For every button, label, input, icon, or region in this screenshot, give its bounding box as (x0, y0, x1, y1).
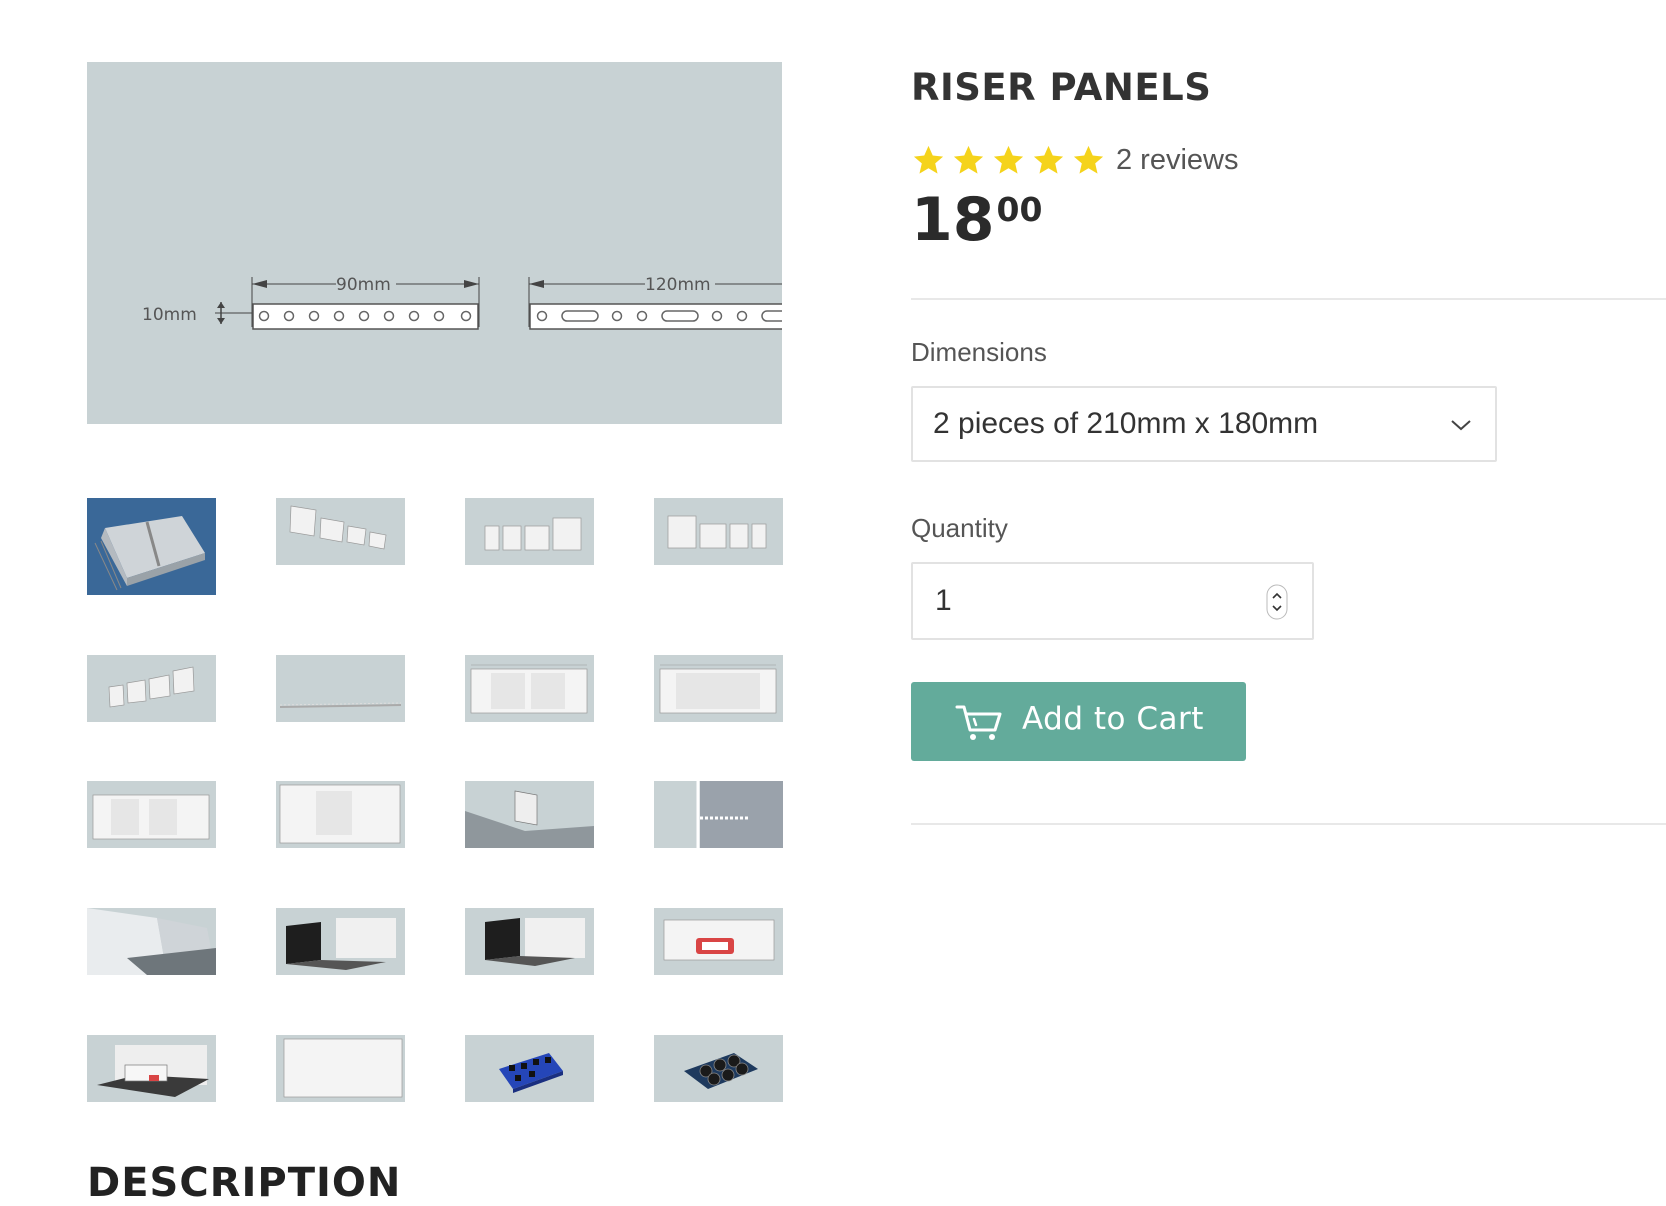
thumbnail[interactable] (87, 655, 216, 722)
thumbnail[interactable] (87, 1035, 216, 1102)
add-to-cart-label: Add to Cart (1022, 701, 1204, 737)
star-icon (1073, 145, 1104, 174)
quantity-input[interactable]: 1 (911, 562, 1314, 640)
thumbnail[interactable] (654, 1035, 783, 1102)
product-rating: 2 reviews (911, 140, 1239, 180)
thumbnail[interactable] (276, 498, 405, 565)
quantity-label: Quantity (911, 513, 1008, 543)
divider (911, 298, 1666, 300)
cart-icon (955, 705, 1002, 740)
add-to-cart-button[interactable]: Add to Cart (911, 682, 1246, 761)
thumbnail-gallery (87, 0, 783, 1184)
dimensions-label: Dimensions (911, 337, 1047, 367)
chevron-down-icon (1451, 420, 1471, 431)
dimensions-select[interactable]: 2 pieces of 210mm x 180mm (911, 386, 1497, 462)
divider (911, 823, 1666, 825)
thumbnail[interactable] (87, 908, 216, 975)
product-title: RISER PANELS (911, 66, 1212, 109)
description-heading: DESCRIPTION (87, 1160, 402, 1206)
thumbnail[interactable] (654, 781, 783, 848)
review-count-link[interactable]: 2 reviews (1116, 144, 1239, 177)
thumbnail[interactable] (465, 655, 594, 722)
thumbnail[interactable] (654, 908, 783, 975)
thumbnail[interactable] (654, 498, 783, 565)
star-icon (953, 145, 984, 174)
star-rating[interactable] (911, 143, 1106, 178)
product-price: 18 00 (911, 190, 1042, 250)
thumbnail[interactable] (276, 781, 405, 848)
dimensions-selected-value: 2 pieces of 210mm x 180mm (933, 407, 1319, 440)
thumbnail[interactable] (276, 908, 405, 975)
thumbnail[interactable] (465, 781, 594, 848)
thumbnail[interactable] (87, 781, 216, 848)
thumbnail[interactable] (465, 498, 594, 565)
thumbnail[interactable] (276, 1035, 405, 1102)
thumbnail[interactable] (654, 655, 783, 722)
thumbnail[interactable] (465, 908, 594, 975)
thumbnail[interactable] (276, 655, 405, 722)
thumbnail[interactable] (465, 1035, 594, 1102)
price-main: 18 (911, 185, 995, 255)
star-icon (993, 145, 1024, 174)
star-icon (1033, 145, 1064, 174)
quantity-value: 1 (935, 584, 952, 617)
star-icon (913, 145, 944, 174)
stepper-icon[interactable] (1266, 584, 1288, 620)
thumbnail[interactable] (87, 498, 216, 595)
price-cents: 00 (996, 190, 1043, 229)
